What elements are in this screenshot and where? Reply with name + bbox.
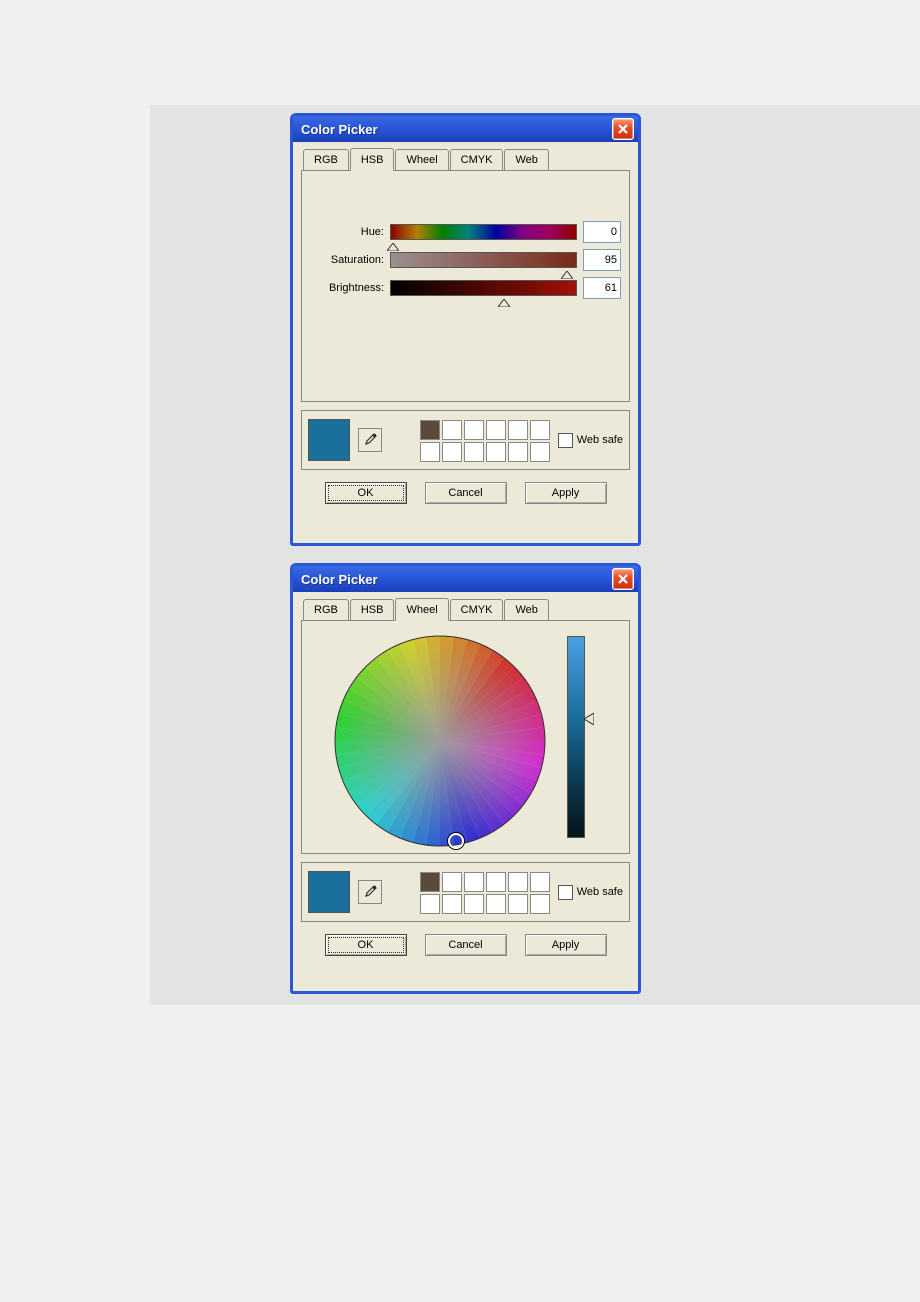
palette-cell[interactable] (530, 894, 550, 914)
hue-thumb[interactable] (387, 240, 399, 248)
eyedropper-button[interactable] (358, 880, 382, 904)
current-color-swatch (308, 871, 350, 913)
brightness-thumb[interactable] (498, 296, 510, 304)
palette-cell[interactable] (508, 442, 528, 462)
tab-wheel[interactable]: Wheel (395, 149, 448, 170)
palette-cell[interactable] (442, 894, 462, 914)
palette-cell[interactable] (420, 442, 440, 462)
tab-rgb[interactable]: RGB (303, 599, 349, 620)
eyedropper-icon (363, 433, 377, 447)
palette-cell[interactable] (420, 420, 440, 440)
palette-cell[interactable] (442, 420, 462, 440)
tab-strip: RGB HSB Wheel CMYK Web (293, 142, 638, 170)
color-picker-dialog-wheel: Color Picker RGB HSB Wheel CMYK Web (290, 563, 641, 994)
color-picker-dialog-hsb: Color Picker RGB HSB Wheel CMYK Web Hue: (290, 113, 641, 546)
eyedropper-button[interactable] (358, 428, 382, 452)
close-button[interactable] (612, 118, 634, 140)
hue-label: Hue: (314, 226, 390, 238)
palette-cell[interactable] (530, 442, 550, 462)
tab-cmyk[interactable]: CMYK (450, 599, 504, 620)
eyedropper-icon (363, 885, 377, 899)
tab-web[interactable]: Web (504, 599, 548, 620)
close-icon (617, 573, 629, 585)
saturation-label: Saturation: (314, 254, 390, 266)
recent-colors-palette (420, 872, 548, 912)
palette-cell[interactable] (486, 420, 506, 440)
apply-button[interactable]: Apply (525, 934, 607, 956)
web-safe-label: Web safe (577, 434, 623, 446)
tab-page-wheel (301, 620, 630, 854)
hue-slider[interactable] (390, 224, 577, 240)
tab-wheel[interactable]: Wheel (395, 598, 448, 621)
palette-cell[interactable] (486, 442, 506, 462)
palette-cell[interactable] (464, 420, 484, 440)
palette-cell[interactable] (486, 872, 506, 892)
ok-button[interactable]: OK (325, 934, 407, 956)
current-color-swatch (308, 419, 350, 461)
palette-cell[interactable] (464, 442, 484, 462)
palette-cell[interactable] (508, 872, 528, 892)
web-safe-checkbox[interactable] (558, 885, 573, 900)
cancel-button[interactable]: Cancel (425, 482, 507, 504)
palette-cell[interactable] (508, 420, 528, 440)
dialog-buttons: OK Cancel Apply (293, 482, 638, 504)
apply-button[interactable]: Apply (525, 482, 607, 504)
window-title: Color Picker (301, 572, 378, 587)
value-slider-thumb[interactable] (584, 713, 594, 725)
web-safe-checkbox[interactable] (558, 433, 573, 448)
palette-cell[interactable] (508, 894, 528, 914)
brightness-input[interactable] (583, 277, 621, 299)
web-safe-option[interactable]: Web safe (558, 433, 623, 448)
palette-cell[interactable] (464, 894, 484, 914)
tab-strip: RGB HSB Wheel CMYK Web (293, 592, 638, 620)
recent-colors-palette (420, 420, 548, 460)
tab-hsb[interactable]: HSB (350, 599, 395, 620)
palette-cell[interactable] (420, 872, 440, 892)
web-safe-label: Web safe (577, 886, 623, 898)
palette-cell[interactable] (442, 872, 462, 892)
ok-button[interactable]: OK (325, 482, 407, 504)
wheel-picker-thumb[interactable] (448, 833, 464, 849)
cancel-button[interactable]: Cancel (425, 934, 507, 956)
titlebar[interactable]: Color Picker (293, 116, 638, 142)
saturation-slider[interactable] (390, 252, 577, 268)
titlebar[interactable]: Color Picker (293, 566, 638, 592)
color-wheel[interactable] (330, 631, 550, 851)
swatch-row: Web safe (301, 862, 630, 922)
tab-cmyk[interactable]: CMYK (450, 149, 504, 170)
tab-page-hsb: Hue: Saturation: Brightness: (301, 170, 630, 402)
tab-rgb[interactable]: RGB (303, 149, 349, 170)
close-button[interactable] (612, 568, 634, 590)
hue-input[interactable] (583, 221, 621, 243)
tab-web[interactable]: Web (504, 149, 548, 170)
close-icon (617, 123, 629, 135)
palette-cell[interactable] (486, 894, 506, 914)
palette-cell[interactable] (530, 420, 550, 440)
web-safe-option[interactable]: Web safe (558, 885, 623, 900)
swatch-row: Web safe (301, 410, 630, 470)
brightness-slider[interactable] (390, 280, 577, 296)
palette-cell[interactable] (420, 894, 440, 914)
saturation-input[interactable] (583, 249, 621, 271)
tab-hsb[interactable]: HSB (350, 148, 395, 171)
brightness-label: Brightness: (314, 282, 390, 294)
palette-cell[interactable] (442, 442, 462, 462)
saturation-thumb[interactable] (561, 268, 573, 276)
palette-cell[interactable] (464, 872, 484, 892)
dialog-buttons: OK Cancel Apply (293, 934, 638, 956)
value-slider[interactable] (567, 636, 585, 838)
window-title: Color Picker (301, 122, 378, 137)
palette-cell[interactable] (530, 872, 550, 892)
